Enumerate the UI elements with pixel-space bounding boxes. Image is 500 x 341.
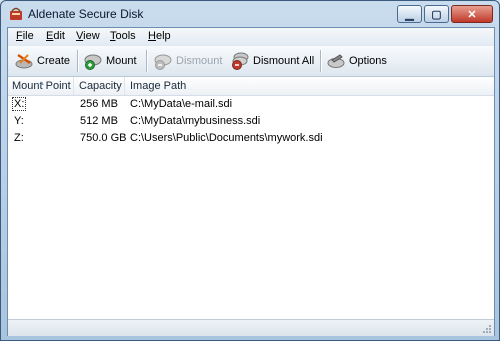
toolbar-separator (320, 50, 322, 72)
menu-bar: File Edit View Tools Help (8, 28, 494, 46)
dismount-all-label: Dismount All (253, 55, 315, 67)
create-disk-icon (15, 53, 33, 69)
status-bar (8, 319, 494, 336)
dismount-button[interactable]: Dismount (153, 50, 222, 72)
maximize-button[interactable]: ▢ (424, 5, 449, 23)
menu-help[interactable]: Help (148, 30, 171, 42)
dismount-label: Dismount (176, 55, 223, 67)
mounted-disks-list[interactable]: ▲ Mount Point Capacity Image Path X: 256… (8, 77, 494, 319)
app-window: Aldenate Secure Disk ▁ ▢ ✕ File Edit Vie… (0, 0, 500, 341)
resize-grip-icon[interactable] (482, 324, 492, 334)
image-path-cell: C:\MyData\mybusiness.sdi (130, 115, 261, 127)
image-path-cell: C:\MyData\e-mail.sdi (130, 98, 233, 110)
create-label: Create (37, 55, 71, 67)
close-button[interactable]: ✕ (451, 5, 493, 23)
mount-point-cell: X: (12, 97, 27, 111)
table-row[interactable]: Y: 512 MB C:\MyData\mybusiness.sdi (8, 113, 494, 130)
close-icon: ✕ (467, 8, 477, 21)
toolbar: Create Mount Dismount Dismount All Optio… (8, 46, 494, 77)
menu-view[interactable]: View (76, 30, 100, 42)
table-row[interactable]: Z: 750.0 GB C:\Users\Public\Documents\my… (8, 130, 494, 147)
menu-file[interactable]: File (16, 30, 34, 42)
mount-button[interactable]: Mount (83, 50, 137, 72)
dismount-all-icon (232, 52, 249, 70)
maximize-icon: ▢ (431, 8, 442, 21)
toolbar-separator (146, 50, 148, 72)
app-logo-icon (10, 7, 22, 20)
window-title: Aldenate Secure Disk (28, 7, 144, 21)
minimize-icon: ▁ (405, 8, 414, 21)
minimize-button[interactable]: ▁ (397, 5, 422, 23)
options-label: Options (349, 55, 387, 67)
capacity-cell: 256 MB (80, 98, 118, 110)
mount-point-cell: Y: (14, 115, 24, 127)
options-button[interactable]: Options (326, 50, 387, 72)
create-button[interactable]: Create (14, 50, 70, 72)
mount-disk-icon (84, 54, 102, 70)
column-header-image-path[interactable]: Image Path (126, 77, 494, 95)
capacity-cell: 750.0 GB (80, 132, 127, 144)
dismount-disk-icon (154, 54, 172, 70)
menu-edit[interactable]: Edit (46, 30, 65, 42)
options-icon (327, 54, 345, 68)
mount-point-cell: Z: (14, 132, 24, 144)
mount-label: Mount (106, 55, 137, 67)
image-path-cell: C:\Users\Public\Documents\mywork.sdi (130, 132, 323, 144)
client-area: File Edit View Tools Help Create Mount D… (7, 27, 495, 336)
column-header-mount-point[interactable]: ▲ Mount Point (8, 77, 74, 95)
dismount-all-button[interactable]: Dismount All (230, 50, 314, 72)
list-header: ▲ Mount Point Capacity Image Path (8, 77, 494, 96)
sort-ascending-icon: ▲ (39, 81, 45, 87)
toolbar-separator (77, 50, 79, 72)
menu-tools[interactable]: Tools (110, 30, 136, 42)
column-header-capacity[interactable]: Capacity (75, 77, 125, 95)
capacity-cell: 512 MB (80, 115, 118, 127)
title-bar[interactable]: Aldenate Secure Disk ▁ ▢ ✕ (1, 1, 499, 27)
table-row[interactable]: X: 256 MB C:\MyData\e-mail.sdi (8, 96, 494, 113)
